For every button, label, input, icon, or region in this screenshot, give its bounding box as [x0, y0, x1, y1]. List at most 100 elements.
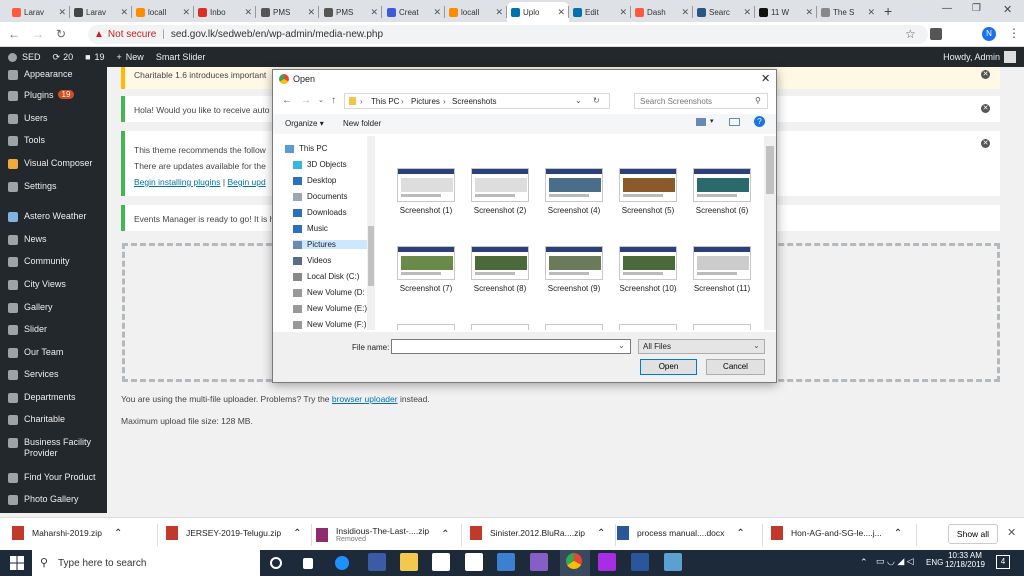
file-thumbnail[interactable] — [693, 246, 751, 280]
sidebar-item[interactable]: Charitable — [0, 414, 107, 425]
browser-uploader-link[interactable]: browser uploader — [332, 394, 398, 404]
file-name-label[interactable]: Screenshot (11) — [682, 284, 762, 293]
tab-close-icon[interactable]: ✕ — [370, 7, 378, 18]
file-name-label[interactable]: Screenshot (8) — [460, 284, 540, 293]
crumb-this-pc[interactable]: This PC — [371, 97, 399, 106]
file-thumbnail[interactable] — [397, 246, 455, 280]
browser-tab[interactable]: Uplo ✕ — [507, 2, 569, 22]
sidebar-item[interactable]: Business Facility Provider — [0, 437, 107, 459]
nav-item[interactable]: Local Disk (C:) — [293, 272, 359, 281]
notepad-icon[interactable] — [664, 553, 682, 571]
back-icon[interactable]: ← — [8, 27, 20, 41]
user-avatar[interactable] — [1004, 51, 1016, 63]
view-options-icon[interactable] — [696, 118, 706, 126]
dismiss-icon[interactable]: ✕ — [981, 139, 990, 148]
maximize-button[interactable]: ❐ — [972, 3, 981, 14]
sidebar-item[interactable]: City Views — [0, 279, 107, 290]
file-thumbnail[interactable] — [545, 246, 603, 280]
sidebar-item[interactable]: Users — [0, 113, 107, 124]
minimize-button[interactable]: — — [942, 3, 952, 14]
file-name-label[interactable]: Screenshot (9) — [534, 284, 614, 293]
tab-close-icon[interactable]: ✕ — [307, 7, 315, 18]
chevron-down-icon[interactable]: ⌄ — [618, 341, 625, 350]
file-thumbnail[interactable] — [619, 324, 677, 330]
tab-close-icon[interactable]: ✕ — [495, 7, 503, 18]
windows-start-icon[interactable] — [10, 556, 24, 570]
task-view-icon[interactable] — [303, 558, 313, 569]
updates-count[interactable]: 20 — [63, 52, 73, 62]
tray-icons[interactable]: ▭ ◡ ◢ ◁ — [876, 556, 914, 567]
chevron-up-icon[interactable]: ⌃ — [441, 529, 449, 540]
sidebar-item[interactable]: Appearance — [0, 69, 107, 80]
smart-slider-link[interactable]: Smart Slider — [156, 52, 206, 62]
nav-item[interactable]: New Volume (E:) — [293, 304, 367, 313]
sidebar-item[interactable]: News — [0, 234, 107, 245]
file-name-label[interactable]: Screenshot (6) — [682, 206, 762, 215]
organize-button[interactable]: Organize ▾ — [285, 119, 324, 128]
file-name-label[interactable]: Screenshot (1) — [386, 206, 466, 215]
crumb-pictures[interactable]: Pictures — [411, 97, 440, 106]
file-thumbnail[interactable] — [471, 246, 529, 280]
chevron-up-icon[interactable]: ⌃ — [894, 528, 902, 539]
file-scrollbar[interactable] — [764, 136, 776, 330]
tab-close-icon[interactable]: ✕ — [681, 7, 689, 18]
file-explorer-icon[interactable] — [400, 553, 418, 571]
search-screenshots-input[interactable]: Search Screenshots ⚲ — [634, 93, 768, 109]
chevron-up-icon[interactable]: ⌃ — [114, 528, 122, 539]
clock[interactable]: 10:33 AM 12/18/2019 — [944, 551, 986, 569]
file-thumbnail[interactable] — [397, 168, 455, 202]
file-name-input[interactable]: ⌄ — [391, 339, 631, 354]
nav-item[interactable]: New Volume (F:) — [293, 320, 367, 329]
browser-tab[interactable]: Searc ✕ — [693, 2, 755, 22]
sidebar-item[interactable]: Settings — [0, 181, 107, 192]
tab-close-icon[interactable]: ✕ — [244, 7, 252, 18]
nav-item[interactable]: New Volume (D: — [293, 288, 365, 297]
recent-dropdown-icon[interactable]: ⌄ — [318, 96, 324, 104]
browser-tab[interactable]: Inbo ✕ — [194, 2, 256, 22]
tray-chevron-icon[interactable]: ⌃ — [860, 557, 868, 568]
file-thumbnail[interactable] — [471, 168, 529, 202]
sidebar-item[interactable]: Tools — [0, 135, 107, 146]
file-name-label[interactable]: Screenshot (5) — [608, 206, 688, 215]
chevron-down-icon[interactable]: ⌄ — [575, 96, 582, 105]
dismiss-icon[interactable]: ✕ — [981, 70, 990, 79]
download-item[interactable]: Maharshi-2019.zip ⌃ — [12, 526, 122, 540]
file-thumbnail[interactable] — [471, 324, 529, 330]
download-item[interactable]: process manual....docx ⌃ — [617, 526, 745, 540]
file-thumbnail[interactable] — [619, 246, 677, 280]
chevron-up-icon[interactable]: ⌃ — [597, 528, 605, 539]
close-shelf-icon[interactable]: ✕ — [1007, 526, 1016, 539]
sidebar-item[interactable]: Plugins 19 — [0, 90, 107, 101]
forward-icon[interactable]: → — [32, 27, 44, 41]
browser-tab[interactable]: locall ✕ — [445, 2, 507, 22]
sidebar-item[interactable]: Departments — [0, 392, 107, 403]
chevron-down-icon[interactable]: ▾ — [710, 117, 714, 125]
nav-scroll-thumb[interactable] — [368, 226, 374, 286]
new-menu[interactable]: New — [126, 52, 144, 62]
sidebar-item[interactable]: Visual Composer — [0, 158, 107, 169]
media-icon[interactable] — [497, 553, 515, 571]
menu-icon[interactable]: ⋮ — [1008, 26, 1020, 40]
file-thumbnail[interactable] — [693, 168, 751, 202]
breadcrumb-bar[interactable]: › This PC › Pictures › Screenshots ⌄ ↻ — [344, 93, 610, 109]
edge-icon[interactable] — [335, 556, 349, 570]
tab-close-icon[interactable]: ✕ — [619, 7, 627, 18]
tab-close-icon[interactable]: ✕ — [805, 7, 813, 18]
back-icon[interactable]: ← — [282, 95, 292, 106]
site-name[interactable]: SED — [22, 52, 41, 62]
begin-installing-plugins-link[interactable]: Begin installing plugins — [134, 177, 220, 187]
close-window-button[interactable]: ✕ — [1003, 3, 1012, 16]
show-all-button[interactable]: Show all — [948, 524, 998, 544]
download-item[interactable]: JERSEY-2019-Telugu.zip ⌃ — [166, 526, 302, 540]
new-folder-button[interactable]: New folder — [343, 119, 381, 128]
comments-count[interactable]: 19 — [95, 52, 105, 62]
app-icon[interactable] — [368, 553, 386, 571]
open-button[interactable]: Open — [640, 359, 697, 375]
nav-item[interactable]: Pictures — [293, 240, 367, 249]
profile-avatar[interactable]: N — [982, 27, 996, 41]
language-indicator[interactable]: ENG — [926, 558, 943, 567]
browser-tab[interactable]: Larav ✕ — [8, 2, 70, 22]
comments-icon[interactable]: ■ — [85, 52, 90, 62]
browser-tab[interactable]: The S ✕ — [817, 2, 879, 22]
preview-pane-icon[interactable] — [729, 118, 740, 126]
